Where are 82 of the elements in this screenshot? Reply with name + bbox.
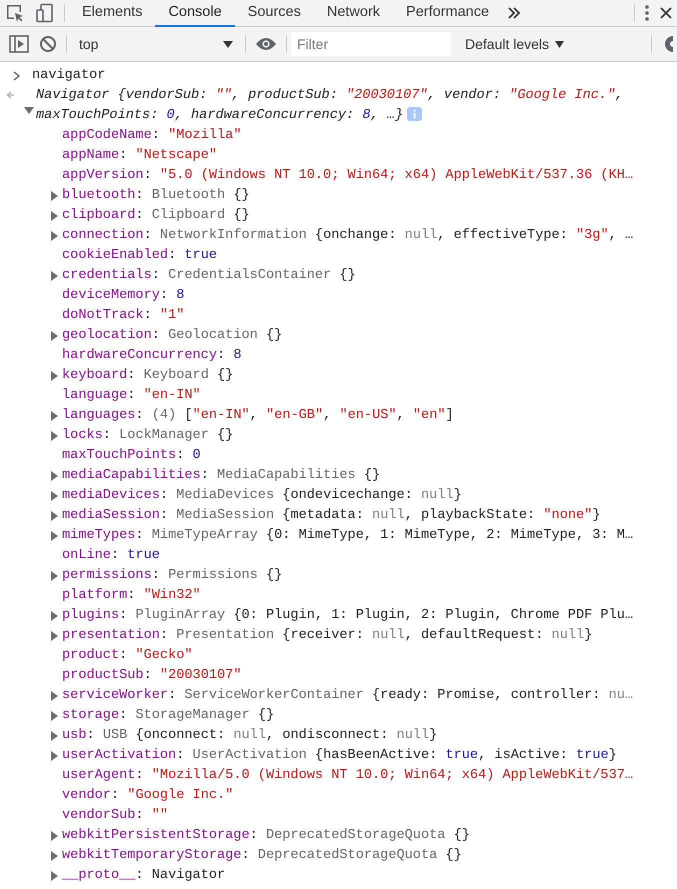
property-line: platform: "Win32" bbox=[62, 587, 201, 605]
collapsed-triangle-icon[interactable] bbox=[50, 571, 60, 581]
collapsed-triangle-icon[interactable] bbox=[50, 431, 60, 441]
property-line: appVersion: "5.0 (Windows NT 10.0; Win64; x64) AppleWebKit/537.36 (KH… bbox=[62, 167, 634, 185]
property-line: bluetooth: Bluetooth {} bbox=[62, 187, 250, 205]
property-line: vendor: "Google Inc." bbox=[62, 787, 234, 805]
collapsed-triangle-icon[interactable] bbox=[50, 831, 60, 841]
collapsed-triangle-icon[interactable] bbox=[50, 231, 60, 241]
filter-field[interactable]: Filter bbox=[291, 32, 451, 56]
property-line: mediaSession: MediaSession {metadata: null, playbackState: "none"} bbox=[62, 507, 600, 525]
device-icon[interactable] bbox=[35, 3, 55, 23]
property-line: connection: NetworkInformation {onchange: null, effectiveType: "3g", … bbox=[62, 227, 634, 245]
property-line: storage: StorageManager {} bbox=[62, 707, 274, 725]
tab[interactable]: Sources bbox=[234, 0, 314, 26]
caret-icon bbox=[555, 40, 564, 48]
property-line: userActivation: UserActivation {hasBeenActive: true, isActive: true} bbox=[62, 747, 617, 765]
property-line: hardwareConcurrency: 8 bbox=[62, 347, 242, 365]
property-line: deviceMemory: 8 bbox=[62, 287, 184, 305]
property-line: product: "Gecko" bbox=[62, 647, 193, 665]
tab[interactable]: Elements bbox=[69, 0, 156, 26]
property-line: webkitTemporaryStorage: DeprecatedStorageQuota {} bbox=[62, 847, 462, 865]
collapsed-triangle-icon[interactable] bbox=[50, 711, 60, 721]
property-line: language: "en-IN" bbox=[62, 387, 201, 405]
property-line: geolocation: Geolocation {} bbox=[62, 327, 282, 345]
collapsed-triangle-icon[interactable] bbox=[50, 871, 60, 881]
property-line: presentation: Presentation {receiver: null, defaultRequest: null} bbox=[62, 627, 592, 645]
eye-icon[interactable] bbox=[255, 37, 277, 51]
property-line: keyboard: Keyboard {} bbox=[62, 367, 234, 385]
property-line: mimeTypes: MimeTypeArray {0: MimeType, 1: MimeType, 2: MimeType, 3: M… bbox=[62, 527, 634, 545]
property-line: productSub: "20030107" bbox=[62, 667, 242, 685]
collapsed-triangle-icon[interactable] bbox=[50, 611, 60, 621]
property-line: languages: (4) ["en-IN", "en-GB", "en-US", "en"] bbox=[62, 407, 454, 425]
collapsed-triangle-icon[interactable] bbox=[50, 411, 60, 421]
property-line: serviceWorker: ServiceWorkerContainer {ready: Promise, controller: nu… bbox=[62, 687, 634, 705]
collapsed-triangle-icon[interactable] bbox=[50, 531, 60, 541]
property-line: onLine: true bbox=[62, 547, 160, 565]
collapsed-triangle-icon[interactable] bbox=[50, 191, 60, 201]
command-text: navigator bbox=[32, 67, 106, 85]
collapsed-triangle-icon[interactable] bbox=[50, 331, 60, 341]
property-line: webkitPersistentStorage: DeprecatedStorageQuota {} bbox=[62, 827, 470, 845]
clear-icon[interactable] bbox=[39, 35, 57, 53]
expanded-triangle-icon[interactable] bbox=[24, 106, 34, 116]
collapsed-triangle-icon[interactable] bbox=[50, 471, 60, 481]
property-line: __proto__: Navigator bbox=[62, 867, 226, 885]
tab[interactable]: Performance bbox=[393, 0, 502, 26]
collapsed-triangle-icon[interactable] bbox=[50, 751, 60, 761]
property-line: doNotTrack: "1" bbox=[62, 307, 184, 325]
sidebar-toggle-icon[interactable] bbox=[9, 35, 29, 53]
inspect-icon[interactable] bbox=[5, 3, 25, 23]
collapsed-triangle-icon[interactable] bbox=[50, 271, 60, 281]
collapsed-triangle-icon[interactable] bbox=[50, 491, 60, 501]
tab[interactable]: Network bbox=[314, 0, 394, 26]
levels-dropdown[interactable]: Default levels bbox=[457, 31, 572, 57]
property-line: plugins: PluginArray {0: Plugin, 1: Plugin, 2: Plugin, Chrome PDF Plu… bbox=[62, 607, 634, 625]
property-line: permissions: Permissions {} bbox=[62, 567, 282, 585]
result-arrow-icon bbox=[6, 91, 15, 99]
close-icon[interactable] bbox=[660, 7, 672, 19]
collapsed-triangle-icon[interactable] bbox=[50, 371, 60, 381]
property-line: clipboard: Clipboard {} bbox=[62, 207, 250, 225]
property-line: mediaDevices: MediaDevices {ondevicechange: null} bbox=[62, 487, 462, 505]
collapsed-triangle-icon[interactable] bbox=[50, 851, 60, 861]
caret-icon bbox=[223, 40, 233, 48]
property-line: cookieEnabled: true bbox=[62, 247, 218, 265]
collapsed-triangle-icon[interactable] bbox=[50, 731, 60, 741]
prompt-chevron-icon bbox=[12, 71, 20, 81]
property-line: mediaCapabilities: MediaCapabilities {} bbox=[62, 467, 380, 485]
collapsed-triangle-icon[interactable] bbox=[50, 511, 60, 521]
property-line: userAgent: "Mozilla/5.0 (Windows NT 10.0; Win64; x64) AppleWebKit/537… bbox=[62, 767, 634, 785]
property-line: appCodeName: "Mozilla" bbox=[62, 127, 242, 145]
property-line: appName: "Netscape" bbox=[62, 147, 218, 165]
property-line: vendorSub: "" bbox=[62, 807, 168, 825]
property-line: usb: USB {onconnect: null, ondisconnect: null} bbox=[62, 727, 438, 745]
more-options-icon[interactable] bbox=[644, 4, 650, 22]
property-line: locks: LockManager {} bbox=[62, 427, 234, 445]
context-selector[interactable]: top bbox=[71, 31, 241, 57]
object-summary: Navigator {vendorSub: "", productSub: "20030107", vendor: "Google Inc.", maxTouchPoints: 0, hardwareConcurrency: 8, …} bbox=[36, 87, 624, 125]
collapsed-triangle-icon[interactable] bbox=[50, 211, 60, 221]
collapsed-triangle-icon[interactable] bbox=[50, 691, 60, 701]
property-line: maxTouchPoints: 0 bbox=[62, 447, 201, 465]
collapsed-triangle-icon[interactable] bbox=[50, 631, 60, 641]
property-line: credentials: CredentialsContainer {} bbox=[62, 267, 356, 285]
more-tabs-icon[interactable] bbox=[507, 6, 522, 20]
